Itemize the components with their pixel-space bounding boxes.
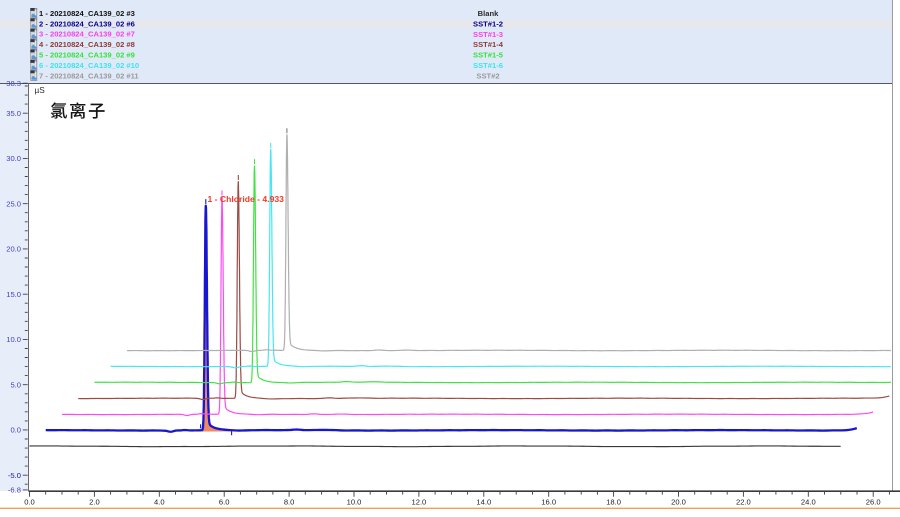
svg-text:0.0: 0.0 xyxy=(10,426,21,435)
svg-text:25.0: 25.0 xyxy=(6,199,21,208)
svg-text:10.0: 10.0 xyxy=(6,335,21,344)
svg-text:SST#1-4: SST#1-4 xyxy=(473,40,504,49)
svg-text:SST#1-6: SST#1-6 xyxy=(473,61,503,70)
svg-text:1 - 20210824_CA139_02 #3: 1 - 20210824_CA139_02 #3 xyxy=(39,9,135,18)
svg-text:2 - 20210824_CA139_02 #6: 2 - 20210824_CA139_02 #6 xyxy=(39,19,135,28)
svg-text:8.0: 8.0 xyxy=(284,498,295,507)
svg-text:SST#1-5: SST#1-5 xyxy=(473,51,504,60)
svg-text:Blank: Blank xyxy=(478,9,499,18)
svg-text:22.0: 22.0 xyxy=(736,498,751,507)
svg-text:-5.0: -5.0 xyxy=(8,471,21,480)
svg-text:µS: µS xyxy=(35,86,46,95)
svg-text:35.0: 35.0 xyxy=(6,109,21,118)
svg-text:6.0: 6.0 xyxy=(219,498,230,507)
svg-text:4 - 20210824_CA139_02 #8: 4 - 20210824_CA139_02 #8 xyxy=(39,40,135,49)
svg-text:24.0: 24.0 xyxy=(801,498,816,507)
svg-text:7 - 20210824_CA139_02 #11: 7 - 20210824_CA139_02 #11 xyxy=(39,71,139,80)
svg-text:16.0: 16.0 xyxy=(541,498,556,507)
svg-text:3 - 20210824_CA139_02 #7: 3 - 20210824_CA139_02 #7 xyxy=(39,30,135,39)
svg-text:5 - 20210824_CA139_02 #9: 5 - 20210824_CA139_02 #9 xyxy=(39,51,135,60)
svg-text:30.0: 30.0 xyxy=(6,154,21,163)
svg-text:14.0: 14.0 xyxy=(476,498,491,507)
svg-text:SST#1-2: SST#1-2 xyxy=(473,19,503,28)
svg-text:26.0: 26.0 xyxy=(866,498,881,507)
svg-text:20.0: 20.0 xyxy=(6,245,21,254)
svg-text:5.0: 5.0 xyxy=(10,380,21,389)
svg-text:20.0: 20.0 xyxy=(671,498,686,507)
svg-text:4.0: 4.0 xyxy=(154,498,165,507)
svg-text:1 - Chloride - 4.933: 1 - Chloride - 4.933 xyxy=(208,194,285,204)
svg-text:15.0: 15.0 xyxy=(6,290,21,299)
svg-text:2.0: 2.0 xyxy=(89,498,100,507)
svg-text:-6.8: -6.8 xyxy=(8,485,21,494)
svg-text:18.0: 18.0 xyxy=(606,498,621,507)
svg-text:SST#1-3: SST#1-3 xyxy=(473,30,503,39)
svg-text:10.0: 10.0 xyxy=(347,498,362,507)
svg-text:6 - 20210824_CA139_02 #10: 6 - 20210824_CA139_02 #10 xyxy=(39,61,139,70)
svg-text:38.3: 38.3 xyxy=(6,79,21,88)
svg-text:12.0: 12.0 xyxy=(412,498,427,507)
svg-text:0.0: 0.0 xyxy=(24,498,35,507)
svg-text:SST#2: SST#2 xyxy=(476,71,499,80)
